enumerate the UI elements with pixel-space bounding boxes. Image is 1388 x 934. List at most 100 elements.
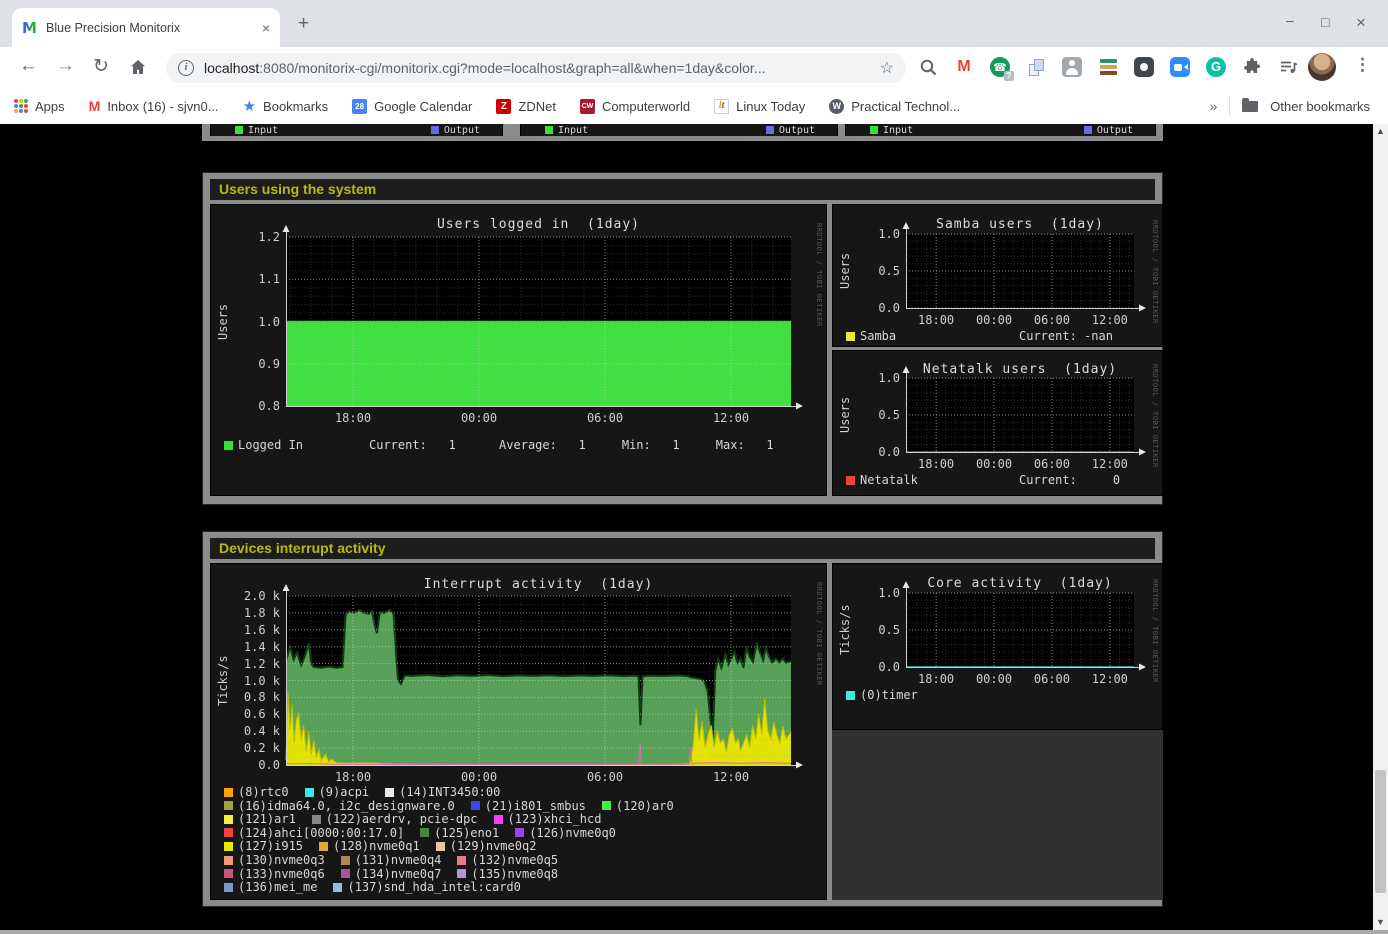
window-close-button[interactable]: × bbox=[1356, 13, 1366, 33]
bookmark-bookmarks[interactable]: ★Bookmarks bbox=[243, 97, 328, 115]
browser-menu-icon[interactable]: ⋮ bbox=[1354, 55, 1371, 75]
library-icon[interactable] bbox=[1096, 55, 1120, 79]
output-color-swatch bbox=[1084, 126, 1092, 134]
bookmark-google-calendar[interactable]: 28 Google Calendar bbox=[352, 99, 472, 114]
bookmark-label: Computerworld bbox=[602, 99, 690, 114]
legend-item: Input bbox=[235, 125, 278, 136]
legend-label: (123)xhci_hcd bbox=[508, 812, 602, 826]
keeper-icon[interactable] bbox=[1060, 55, 1084, 79]
y-tick-label: 0.4 k bbox=[234, 724, 280, 738]
netatalk-users-graph: Netatalk users (1day) Users RRDTOOL / TOBI… bbox=[832, 350, 1163, 496]
window-minimize-button[interactable]: – bbox=[1286, 12, 1294, 28]
zoom-icon[interactable] bbox=[1168, 55, 1192, 79]
core-activity-graph: Core activity (1day)Ticks/sRRDTOOL / TOB… bbox=[832, 563, 1163, 730]
back-icon[interactable]: ← bbox=[19, 55, 38, 77]
bookmark-practical-technology[interactable]: WPractical Technol... bbox=[829, 99, 960, 114]
browser-tab[interactable]: M Blue Precision Monitorix × bbox=[12, 8, 280, 47]
legend-item: Input bbox=[870, 125, 913, 136]
bookmark-linux-today[interactable]: ltLinux Today bbox=[714, 99, 805, 114]
other-bookmarks-button[interactable]: Other bookmarks bbox=[1270, 99, 1370, 114]
chart-legend-row: (16)idma64.0, i2c_designware.0(21)i801_s… bbox=[224, 799, 674, 813]
interrupt-activity-graph: Interrupt activity (1day)Ticks/sRRDTOOL … bbox=[210, 563, 827, 900]
address-bar[interactable]: i localhost:8080/monitorix-cgi/monitorix… bbox=[166, 53, 906, 83]
x-tick-label: 12:00 bbox=[706, 770, 756, 784]
y-tick-label: 0.8 bbox=[234, 399, 280, 413]
legend-item: (132)nvme0q5 bbox=[457, 853, 558, 867]
bookmark-label: Google Calendar bbox=[374, 99, 472, 114]
google-voice-icon[interactable]: ☎? bbox=[988, 55, 1012, 79]
rrdtool-watermark: RRDTOOL / TOBI OETIKER bbox=[1151, 364, 1159, 468]
profile-avatar[interactable] bbox=[1308, 53, 1336, 81]
page-info-icon[interactable]: i bbox=[178, 60, 194, 76]
bookmark-zdnet[interactable]: ZZDNet bbox=[496, 99, 556, 114]
forward-icon[interactable]: → bbox=[56, 55, 75, 77]
reload-icon[interactable]: ↻ bbox=[93, 55, 109, 78]
input-color-swatch bbox=[545, 126, 553, 134]
legend-item: (125)eno1 bbox=[420, 826, 499, 840]
legend-label: (131)nvme0q4 bbox=[355, 853, 442, 867]
url-text[interactable]: localhost:8080/monitorix-cgi/monitorix.c… bbox=[204, 60, 870, 76]
legend-label: (136)mei_me bbox=[238, 880, 317, 894]
bookmark-apps[interactable]: Apps bbox=[14, 99, 65, 114]
bookmark-computerworld[interactable]: CW Computerworld bbox=[580, 99, 690, 114]
chart-ylabel: Users bbox=[838, 234, 852, 308]
y-tick-label: 1.4 k bbox=[234, 640, 280, 654]
y-tick-label: 0.2 k bbox=[234, 741, 280, 755]
copy-icon[interactable] bbox=[1024, 55, 1048, 79]
svg-text:M: M bbox=[22, 20, 37, 36]
legend-color-swatch bbox=[420, 828, 429, 837]
legend-current: Current: -nan bbox=[1019, 329, 1113, 343]
gmail-icon[interactable]: M bbox=[952, 55, 976, 79]
x-tick-label: 06:00 bbox=[580, 411, 630, 425]
legend-color-swatch bbox=[312, 815, 321, 824]
scroll-up-icon[interactable]: ▲ bbox=[1373, 124, 1388, 139]
bookmark-inbox[interactable]: MInbox (16) - sjvn0... bbox=[89, 98, 219, 114]
grammarly-icon[interactable]: G bbox=[1204, 55, 1228, 79]
legend-color-swatch bbox=[333, 883, 342, 892]
home-icon[interactable] bbox=[128, 57, 148, 77]
inbox-favicon: M bbox=[89, 98, 101, 114]
legend-color-swatch bbox=[385, 788, 394, 797]
computerworld-favicon: CW bbox=[580, 99, 595, 114]
scrollbar-thumb[interactable] bbox=[1375, 770, 1386, 893]
chart-ylabel: Users bbox=[838, 378, 852, 452]
bookmark-label: Practical Technol... bbox=[851, 99, 960, 114]
legend-label: (122)aerdrv, pcie-dpc bbox=[326, 812, 478, 826]
legend-item: (121)ar1 bbox=[224, 812, 296, 826]
x-tick-label: 06:00 bbox=[1027, 672, 1077, 686]
bookmarks-overflow-icon[interactable]: » bbox=[1210, 98, 1218, 114]
legend-color-swatch bbox=[224, 842, 233, 851]
legend-item: (122)aerdrv, pcie-dpc bbox=[312, 812, 478, 826]
reader-icon[interactable] bbox=[1132, 55, 1156, 79]
legend-label: Input bbox=[883, 125, 913, 136]
google-calendar-favicon: 28 bbox=[352, 99, 367, 114]
legend-item: Input bbox=[545, 125, 588, 136]
legend-item: (120)ar0 bbox=[602, 799, 674, 813]
x-tick-label: 06:00 bbox=[1027, 313, 1077, 327]
rrdtool-watermark: RRDTOOL / TOBI OETIKER bbox=[1151, 220, 1159, 324]
tab-close-icon[interactable]: × bbox=[262, 20, 270, 36]
chart-title: Netatalk users (1day) bbox=[886, 362, 1154, 377]
chart-title: Users logged in (1day) bbox=[266, 217, 811, 232]
legend-item: (123)xhci_hcd bbox=[494, 812, 602, 826]
legend-item: (9)acpi bbox=[305, 785, 370, 799]
scrollbar[interactable]: ▲ ▼ bbox=[1373, 124, 1388, 930]
chart-title: Interrupt activity (1day) bbox=[266, 577, 811, 592]
browser-toolbar: ← → ↻ i localhost:8080/monitorix-cgi/mon… bbox=[0, 47, 1388, 88]
bookmark-items: Apps MInbox (16) - sjvn0... ★Bookmarks 28 Go… bbox=[14, 88, 984, 124]
window-maximize-button[interactable]: □ bbox=[1321, 14, 1329, 30]
x-tick-label: 18:00 bbox=[328, 770, 378, 784]
extensions-icon[interactable] bbox=[1240, 55, 1264, 79]
chart-legend-row: (127)i915(128)nvme0q1(129)nvme0q2 bbox=[224, 839, 536, 853]
scroll-down-icon[interactable]: ▼ bbox=[1373, 915, 1388, 930]
new-tab-button[interactable]: + bbox=[298, 13, 309, 35]
y-tick-label: 1.0 bbox=[234, 315, 280, 329]
divider bbox=[1229, 96, 1230, 116]
legend-color-swatch bbox=[305, 788, 314, 797]
y-tick-label: 1.6 k bbox=[234, 623, 280, 637]
playlist-icon[interactable] bbox=[1276, 55, 1300, 79]
legend-color-swatch bbox=[341, 856, 350, 865]
search-icon[interactable] bbox=[916, 55, 940, 79]
bookmark-star-icon[interactable]: ☆ bbox=[880, 58, 894, 78]
y-tick-label: 0.5 bbox=[854, 623, 900, 637]
